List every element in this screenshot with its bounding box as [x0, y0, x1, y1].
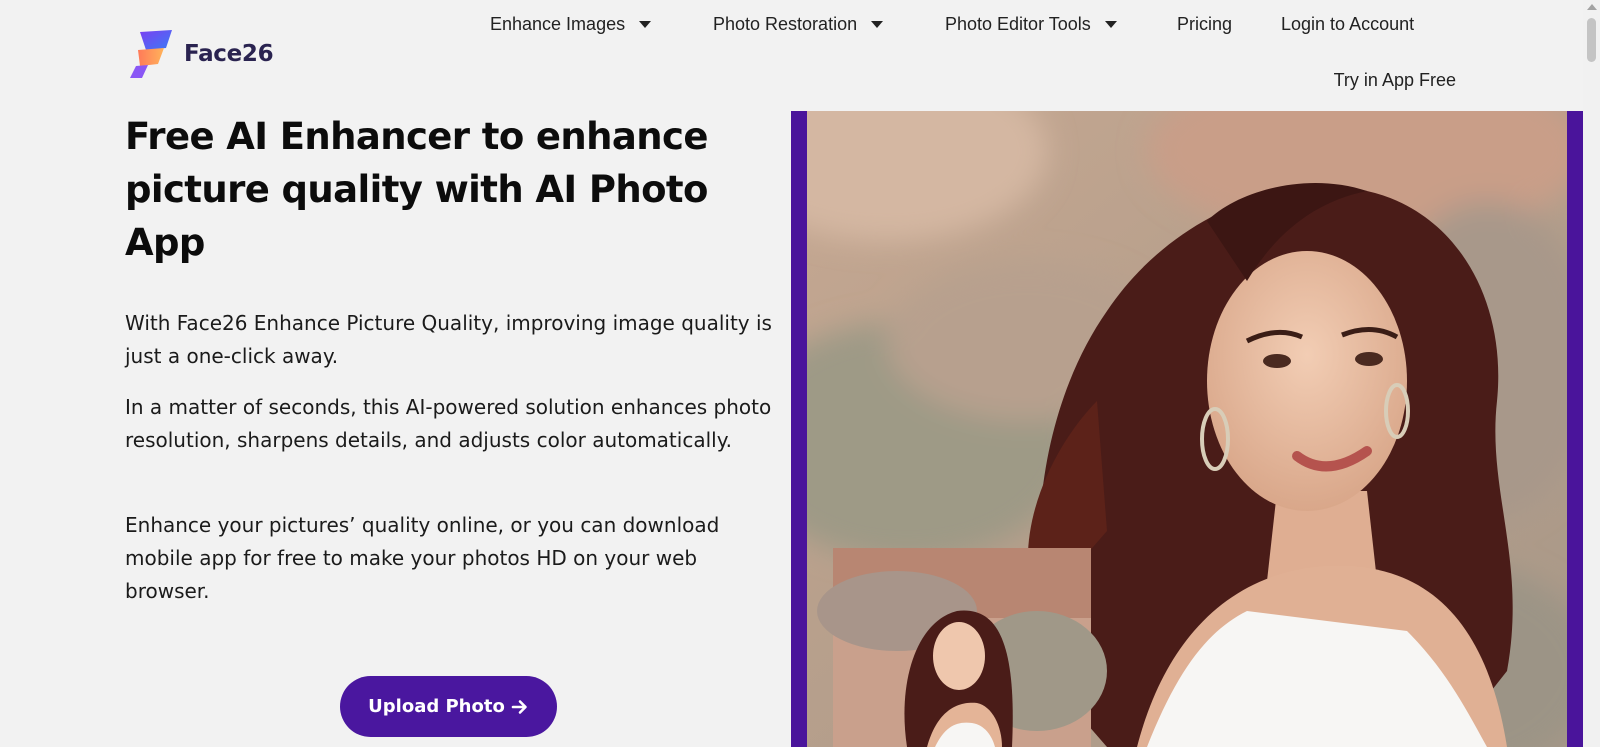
- hero-paragraph-3: Enhance your pictures’ quality online, o…: [125, 513, 720, 603]
- nav-pricing[interactable]: Pricing: [1177, 10, 1232, 38]
- chevron-down-icon: [871, 20, 884, 28]
- arrow-right-icon: [511, 699, 527, 714]
- nav-photo-restoration[interactable]: Photo Restoration: [713, 10, 884, 38]
- hero-paragraph-1: With Face26 Enhance Picture Quality, imp…: [125, 311, 772, 368]
- hero-paragraph-2: In a matter of seconds, this AI-powered …: [125, 395, 772, 452]
- hero-portrait-image: [807, 111, 1567, 747]
- scroll-up-arrow-icon[interactable]: [1587, 4, 1597, 10]
- hero-image-frame: [791, 111, 1585, 747]
- nav-label: Pricing: [1177, 13, 1233, 34]
- nav-label: Photo Editor Tools: [945, 13, 1091, 34]
- nav-photo-editor-tools[interactable]: Photo Editor Tools: [945, 10, 1117, 38]
- brand-name: Face26: [184, 41, 274, 67]
- nav-enhance-images[interactable]: Enhance Images: [490, 10, 652, 38]
- nav-label: Photo Restoration: [713, 13, 858, 34]
- page-title: Free AI Enhancer to enhance picture qual…: [125, 115, 708, 264]
- page-scrollbar[interactable]: [1583, 0, 1600, 747]
- chevron-down-icon: [1104, 20, 1117, 28]
- nav-label: Enhance Images: [490, 13, 626, 34]
- try-app-link[interactable]: Try in App Free: [1334, 70, 1456, 91]
- nav-login[interactable]: Login to Account: [1281, 10, 1414, 38]
- nav-label: Login to Account: [1281, 13, 1415, 34]
- upload-photo-label: Upload Photo: [368, 696, 505, 717]
- upload-photo-button[interactable]: Upload Photo: [340, 676, 557, 737]
- main-nav: Enhance Images Photo Restoration Photo E…: [0, 10, 1600, 38]
- scrollbar-thumb[interactable]: [1587, 18, 1596, 62]
- chevron-down-icon: [639, 20, 652, 28]
